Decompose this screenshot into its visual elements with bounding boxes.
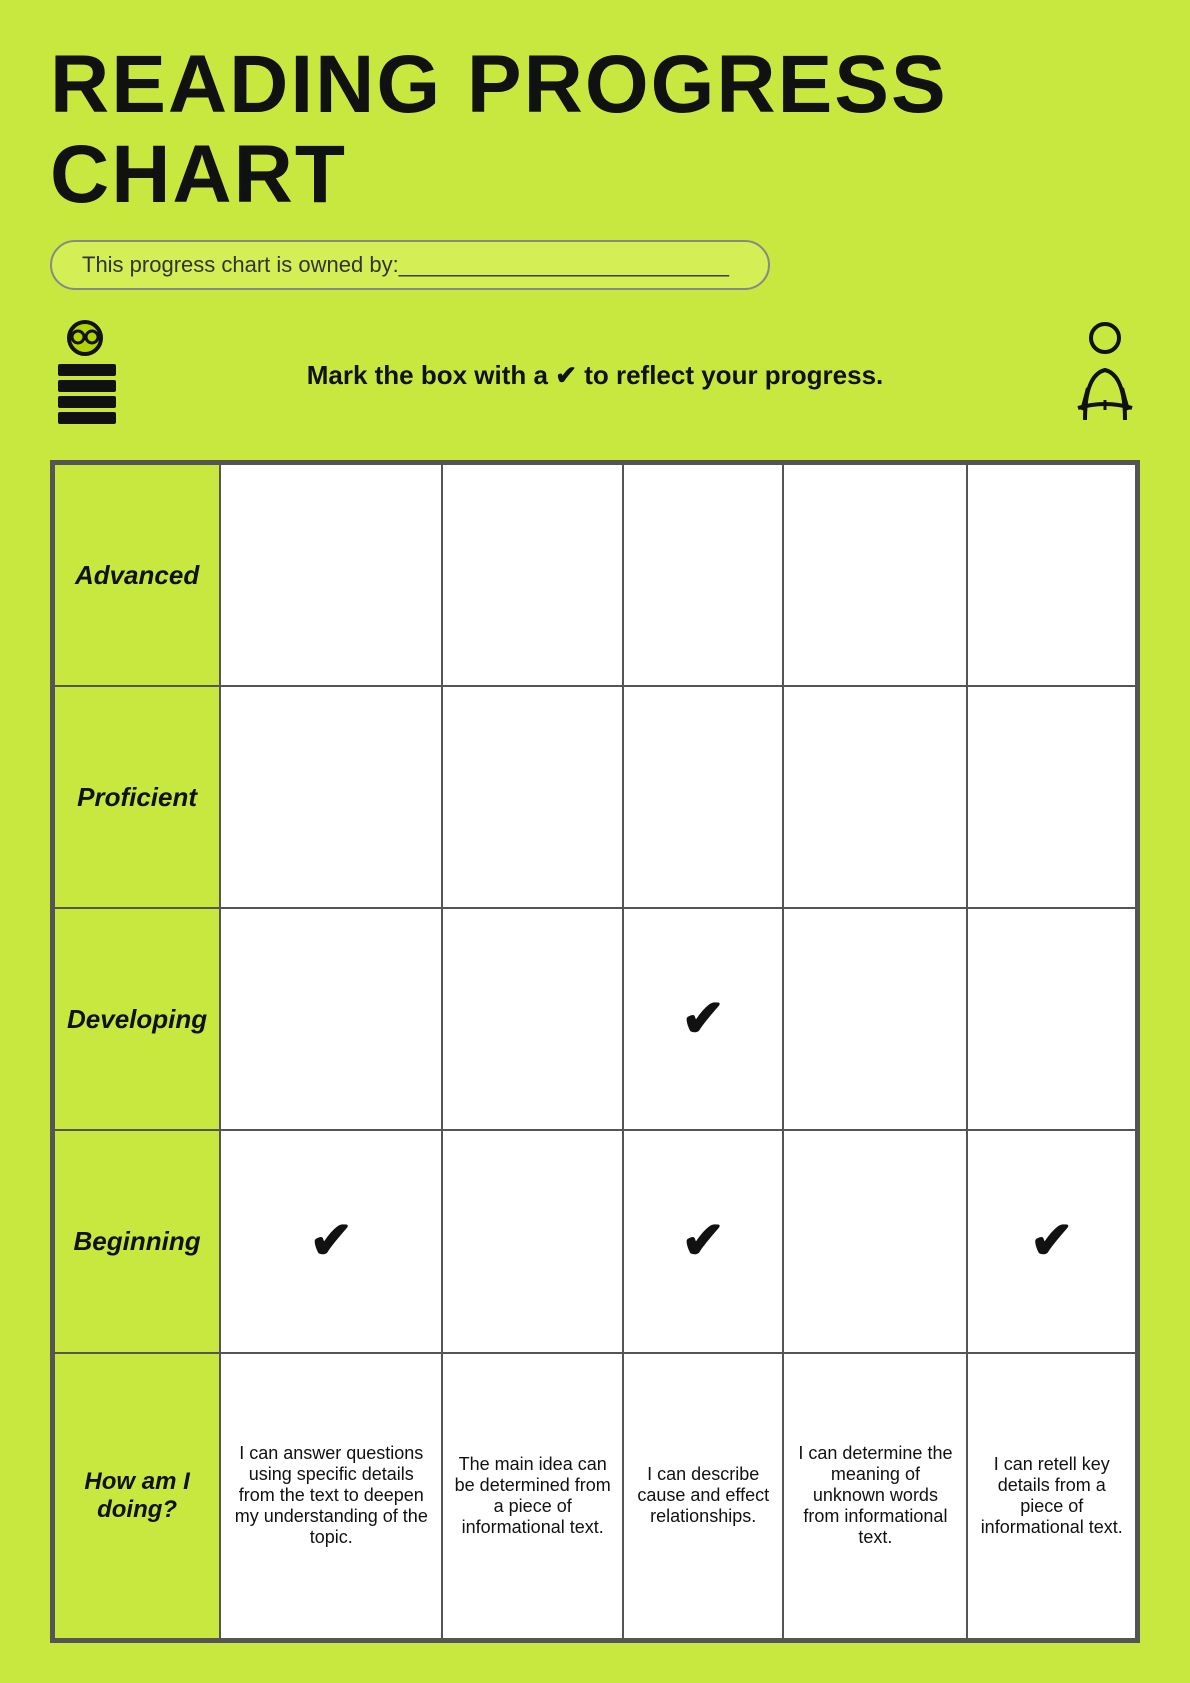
advanced-col5 <box>967 464 1136 686</box>
proficient-col2 <box>442 686 623 908</box>
proficient-col1 <box>220 686 442 908</box>
table-row-proficient: Proficient <box>54 686 1136 908</box>
desc-col3: I can describe cause and effect relation… <box>623 1353 783 1640</box>
howami-label: How am Idoing? <box>54 1353 220 1640</box>
beginning-col3: ✔ <box>623 1130 783 1352</box>
desc-col4: I can determine the meaning of unknown w… <box>783 1353 967 1640</box>
teacher-icon <box>50 320 160 430</box>
developing-col3: ✔ <box>623 908 783 1130</box>
developing-col5 <box>967 908 1136 1130</box>
proficient-col4 <box>783 686 967 908</box>
proficient-label: Proficient <box>54 686 220 908</box>
beginning-col2 <box>442 1130 623 1352</box>
table-row-advanced: Advanced <box>54 464 1136 686</box>
advanced-col1 <box>220 464 442 686</box>
instruction-text: Mark the box with a ✔ to reflect your pr… <box>190 360 1000 391</box>
advanced-col3 <box>623 464 783 686</box>
advanced-label: Advanced <box>54 464 220 686</box>
owner-label: This progress chart is owned by:________… <box>50 240 770 290</box>
proficient-col5 <box>967 686 1136 908</box>
page: READING PROGRESS CHART This progress cha… <box>0 0 1190 1683</box>
developing-col1 <box>220 908 442 1130</box>
advanced-col2 <box>442 464 623 686</box>
desc-col5: I can retell key details from a piece of… <box>967 1353 1136 1640</box>
beginning-label: Beginning <box>54 1130 220 1352</box>
table-row-developing: Developing ✔ <box>54 908 1136 1130</box>
desc-col2: The main idea can be determined from a p… <box>442 1353 623 1640</box>
table-row-beginning: Beginning ✔ ✔ ✔ <box>54 1130 1136 1352</box>
beginning-col1: ✔ <box>220 1130 442 1352</box>
progress-table-wrapper: Advanced Proficient Developing <box>50 460 1140 1643</box>
page-title: READING PROGRESS CHART <box>50 40 1140 220</box>
developing-label: Developing <box>54 908 220 1130</box>
beginning-col5: ✔ <box>967 1130 1136 1352</box>
beginning-col4 <box>783 1130 967 1352</box>
owner-row: This progress chart is owned by:________… <box>50 240 1140 290</box>
check-beginning-5: ✔ <box>1030 1212 1074 1270</box>
developing-col4 <box>783 908 967 1130</box>
developing-col2 <box>442 908 623 1130</box>
progress-table: Advanced Proficient Developing <box>53 463 1137 1640</box>
header-icons-row: Mark the box with a ✔ to reflect your pr… <box>50 320 1140 430</box>
proficient-col3 <box>623 686 783 908</box>
desc-col1: I can answer questions using specific de… <box>220 1353 442 1640</box>
advanced-col4 <box>783 464 967 686</box>
table-row-howami: How am Idoing? I can answer questions us… <box>54 1353 1136 1640</box>
check-beginning-3: ✔ <box>681 1212 725 1270</box>
check-developing-3: ✔ <box>681 990 725 1048</box>
check-beginning-1: ✔ <box>309 1212 353 1270</box>
reader-icon <box>1030 320 1140 430</box>
